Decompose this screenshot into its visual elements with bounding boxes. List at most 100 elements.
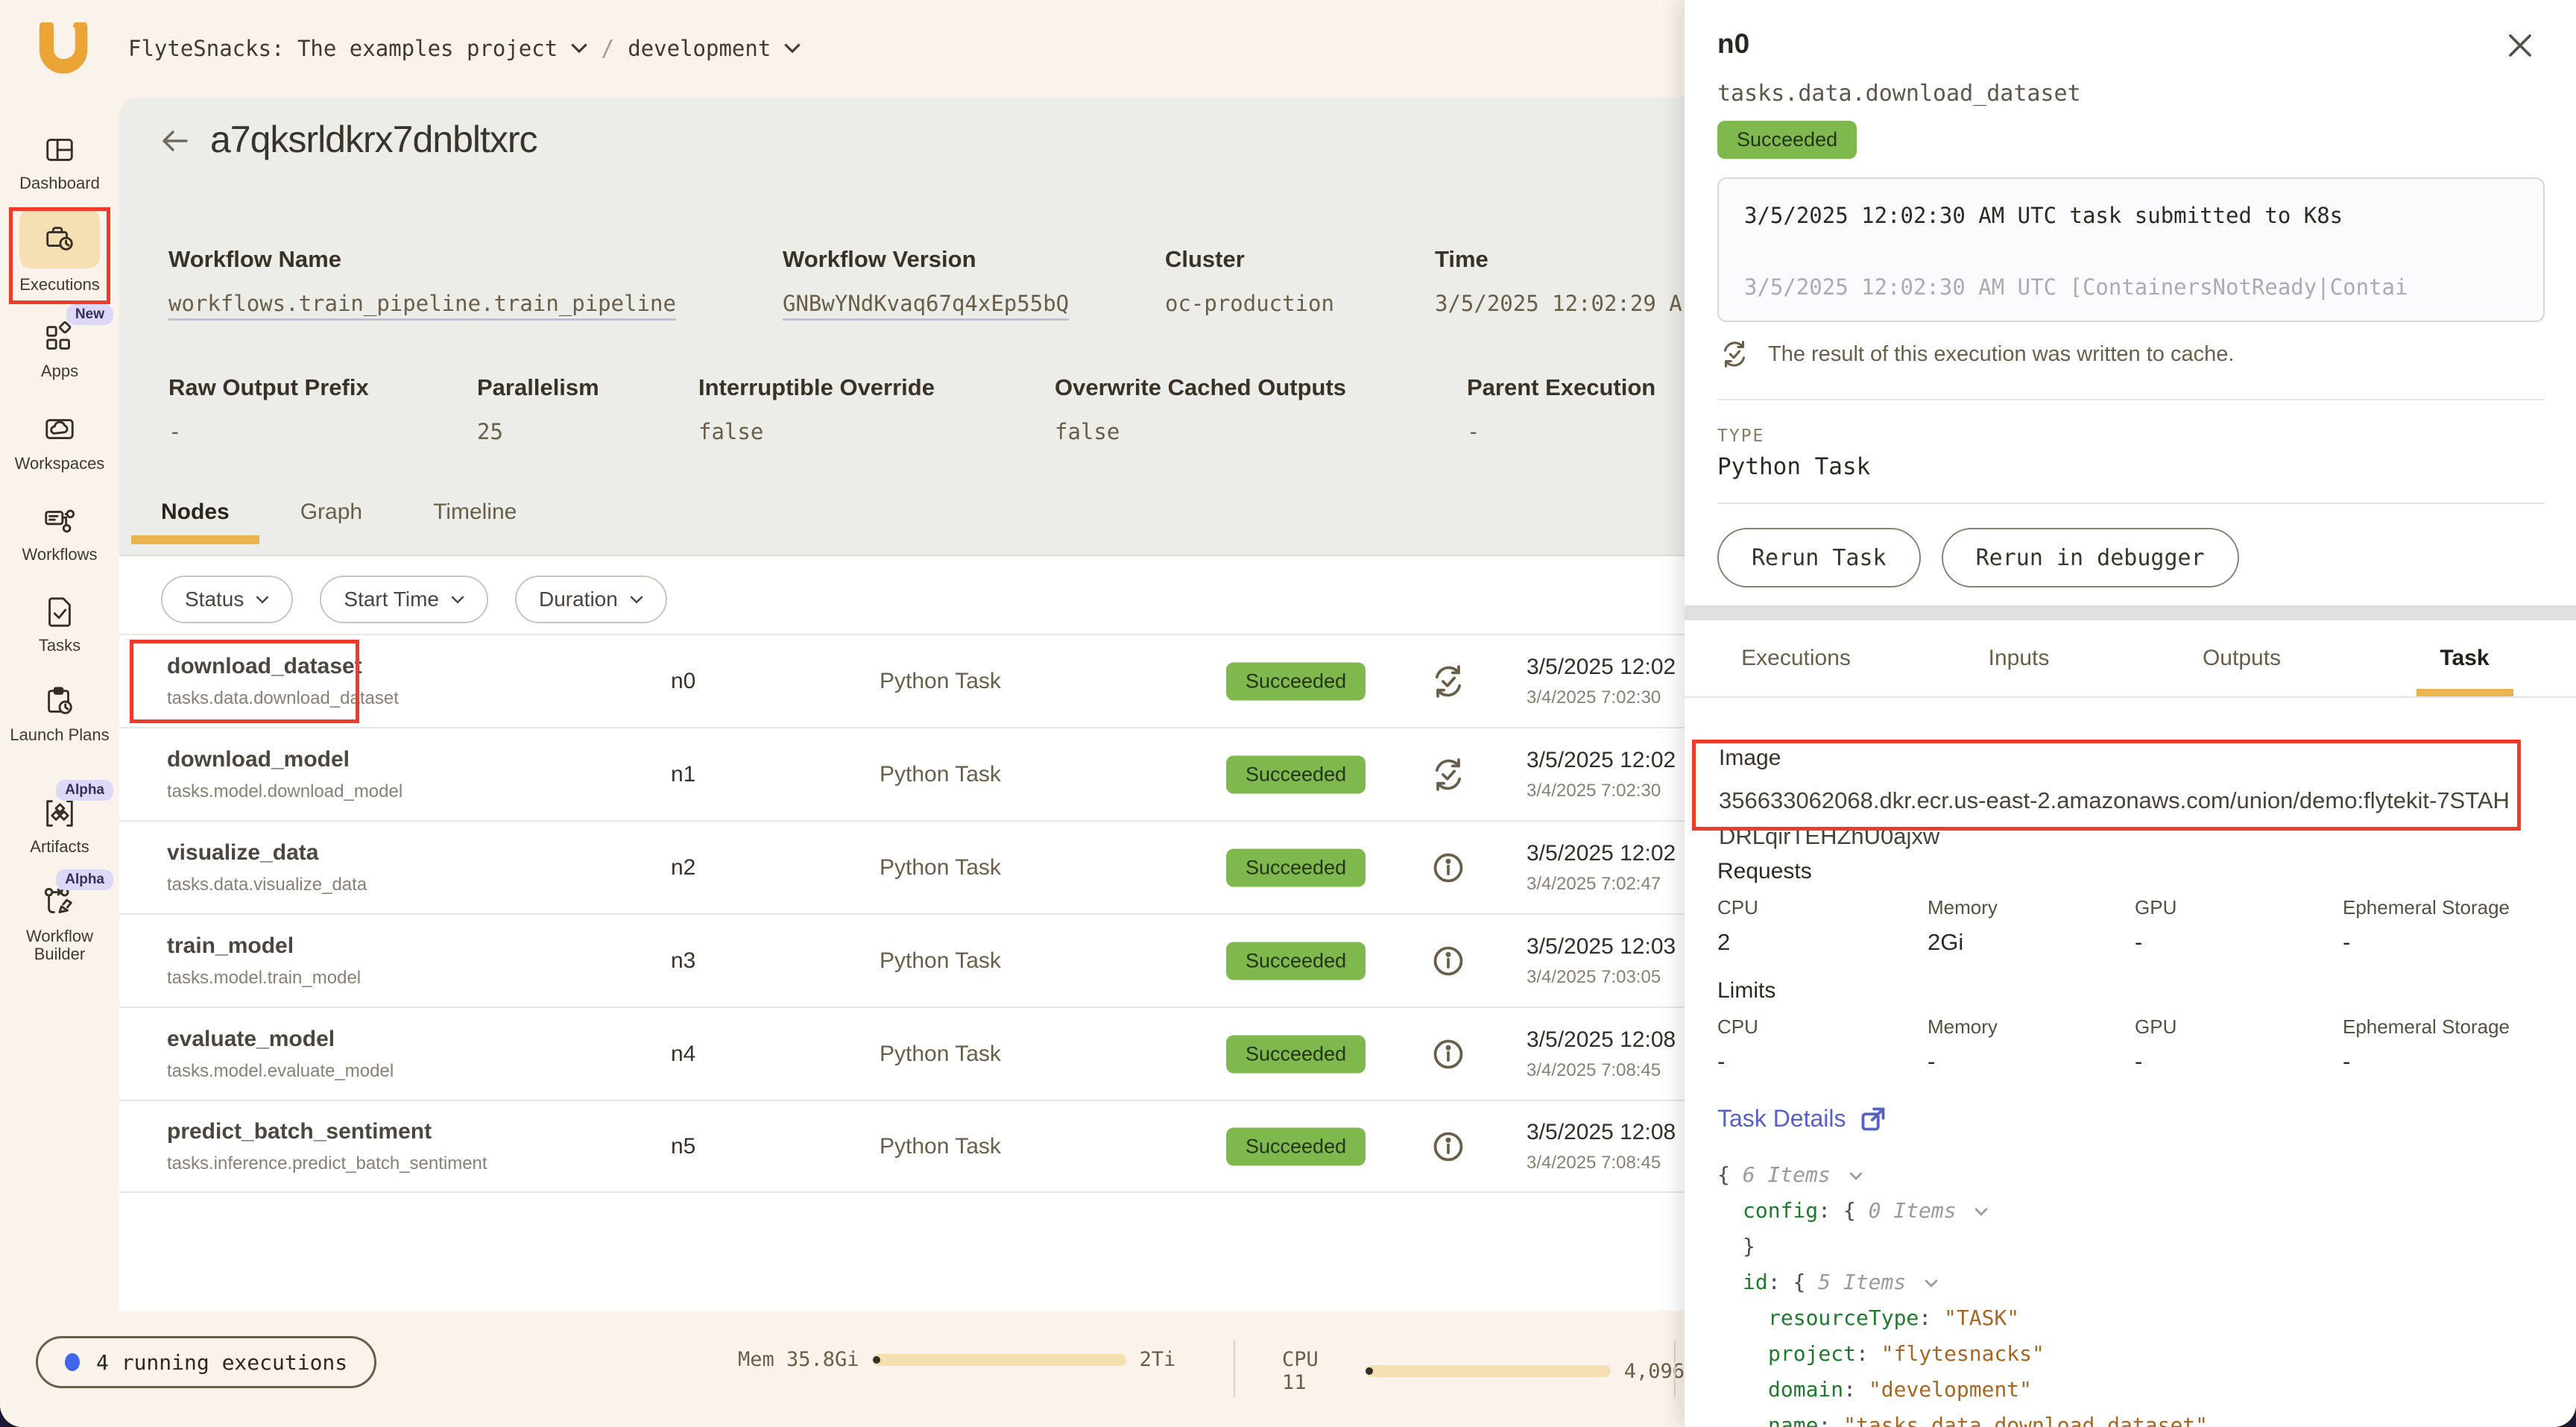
chevron-down-icon[interactable]: [1974, 1208, 1988, 1216]
table-row[interactable]: download_dataset tasks.data.download_dat…: [119, 634, 1685, 727]
cache-icon[interactable]: [1427, 754, 1469, 796]
duration-filter[interactable]: Duration: [515, 576, 667, 623]
info-icon[interactable]: [1427, 1033, 1469, 1075]
info-icon[interactable]: [1427, 847, 1469, 889]
panel-tabs: Executions Inputs Outputs Task: [1685, 635, 2576, 698]
limits-values: - - - -: [1717, 1048, 2545, 1075]
detail-cluster: Cluster oc-production: [1165, 246, 1334, 316]
status-badge: Succeeded: [1226, 662, 1366, 700]
cache-icon[interactable]: [1427, 661, 1469, 702]
node-type: Python Task: [880, 855, 1001, 881]
workflow-builder-icon: [42, 886, 77, 920]
log-output-box[interactable]: 3/5/2025 12:02:30 AM UTC task submitted …: [1717, 177, 2545, 322]
running-executions-pill[interactable]: 4 running executions: [36, 1336, 376, 1388]
chevron-down-icon[interactable]: [1925, 1279, 1938, 1288]
new-badge: New: [66, 304, 113, 325]
workflow-name-link[interactable]: workflows.train_pipeline.train_pipeline: [168, 291, 676, 321]
tab-executions[interactable]: Executions: [1685, 635, 1907, 696]
info-icon[interactable]: [1427, 1126, 1469, 1168]
node-id: n5: [671, 1134, 695, 1159]
panel-title: n0: [1717, 28, 1749, 60]
detail-raw-output-prefix: Raw Output Prefix -: [168, 374, 369, 444]
chevron-down-icon: [256, 596, 269, 604]
back-arrow-icon[interactable]: [158, 125, 191, 158]
sidebar-item-workflows[interactable]: Workflows: [0, 504, 119, 564]
node-name-cell[interactable]: visualize_data tasks.data.visualize_data: [167, 840, 413, 895]
node-name-cell[interactable]: download_dataset tasks.data.download_dat…: [167, 654, 413, 709]
node-name-cell[interactable]: download_model tasks.model.download_mode…: [167, 747, 413, 802]
start-time-cell: 3/5/2025 12:02 3/4/2025 7:02:47: [1527, 841, 1685, 895]
node-id: n1: [671, 762, 695, 787]
cache-icon: [1717, 337, 1752, 371]
log-line: 3/5/2025 12:02:30 AM UTC [ContainersNotR…: [1744, 274, 2518, 300]
node-detail-panel: n0 tasks.data.download_dataset Succeeded…: [1685, 0, 2576, 1427]
sidebar-item-apps[interactable]: New Apps: [0, 321, 119, 380]
breadcrumb-domain[interactable]: development: [628, 36, 771, 61]
workflows-icon: [42, 504, 77, 538]
info-icon[interactable]: [1427, 940, 1469, 982]
close-icon[interactable]: [2506, 31, 2534, 60]
workflow-version-link[interactable]: GNBwYNdKvaq67q4xEp55bQ: [783, 291, 1069, 321]
table-row[interactable]: visualize_data tasks.data.visualize_data…: [119, 820, 1685, 913]
launch-plans-icon: [42, 684, 77, 719]
table-row[interactable]: train_model tasks.model.train_model n3 P…: [119, 913, 1685, 1007]
running-executions-label: 4 running executions: [96, 1350, 347, 1375]
chevron-down-icon[interactable]: [784, 43, 801, 54]
image-label: Image: [1719, 746, 2512, 771]
chevron-down-icon[interactable]: [571, 43, 587, 54]
tab-nodes[interactable]: Nodes: [161, 500, 230, 544]
node-type: Python Task: [880, 1042, 1001, 1067]
start-time-cell: 3/5/2025 12:02 3/4/2025 7:02:30: [1527, 748, 1685, 801]
node-name-cell[interactable]: predict_batch_sentiment tasks.inference.…: [167, 1119, 413, 1174]
tab-timeline[interactable]: Timeline: [433, 500, 517, 544]
sidebar-item-artifacts[interactable]: Alpha Artifacts: [0, 796, 119, 856]
node-id: n3: [671, 948, 695, 974]
rerun-task-button[interactable]: Rerun Task: [1717, 528, 1921, 588]
table-row[interactable]: download_model tasks.model.download_mode…: [119, 727, 1685, 820]
image-value: 356633062068.dkr.ecr.us-east-2.amazonaws…: [1719, 783, 2512, 854]
chevron-down-icon: [451, 596, 464, 604]
chevron-down-icon[interactable]: [1849, 1172, 1863, 1180]
log-line: 3/5/2025 12:02:30 AM UTC task submitted …: [1744, 203, 2518, 228]
node-name-cell[interactable]: evaluate_model tasks.model.evaluate_mode…: [167, 1027, 413, 1082]
json-viewer[interactable]: { 6 Items config: { 0 Items } id: { 5 It…: [1717, 1157, 2545, 1427]
tab-graph[interactable]: Graph: [300, 500, 362, 544]
rerun-debugger-button[interactable]: Rerun in debugger: [1942, 528, 2239, 588]
tab-inputs[interactable]: Inputs: [1907, 635, 2130, 696]
cpu-gauge: CPU 11 4,096: [1282, 1348, 1685, 1394]
memory-gauge-bar: [873, 1354, 1126, 1366]
status-badge: Succeeded: [1226, 942, 1366, 980]
sidebar-item-label: Workspaces: [15, 455, 105, 473]
union-logo-icon: [39, 22, 88, 75]
breadcrumb-project[interactable]: FlyteSnacks: The examples project: [128, 36, 558, 61]
cpu-gauge-bar: [1366, 1365, 1610, 1377]
sidebar-item-dashboard[interactable]: Dashboard: [0, 133, 119, 192]
task-details-link[interactable]: Task Details: [1717, 1105, 1887, 1133]
status-filter[interactable]: Status: [161, 576, 293, 623]
sidebar-item-tasks[interactable]: Tasks: [0, 595, 119, 655]
requests-headers: CPU Memory GPU Ephemeral Storage: [1717, 896, 2545, 919]
start-time-filter[interactable]: Start Time: [320, 576, 488, 623]
detail-parallelism: Parallelism 25: [477, 374, 599, 444]
node-type: Python Task: [880, 669, 1001, 694]
sidebar-item-label: Dashboard: [19, 174, 100, 192]
table-row[interactable]: evaluate_model tasks.model.evaluate_mode…: [119, 1007, 1685, 1100]
sidebar-item-label: Tasks: [39, 637, 80, 655]
sidebar-item-workspaces[interactable]: Workspaces: [0, 413, 119, 473]
active-item-highlight: [19, 209, 100, 268]
tab-outputs[interactable]: Outputs: [2130, 635, 2353, 696]
gauge-divider: [1234, 1341, 1235, 1397]
sidebar-item-label: Artifacts: [30, 838, 89, 856]
tab-task[interactable]: Task: [2353, 635, 2576, 696]
node-name-cell[interactable]: train_model tasks.model.train_model: [167, 933, 413, 989]
detail-time: Time 3/5/2025 12:02:29 A: [1435, 246, 1682, 316]
status-badge: Succeeded: [1226, 1127, 1366, 1165]
status-badge: Succeeded: [1717, 121, 1857, 159]
action-buttons: Rerun Task Rerun in debugger: [1717, 528, 2239, 588]
alpha-badge: Alpha: [56, 869, 113, 890]
sidebar-item-launch-plans[interactable]: Launch Plans: [0, 684, 119, 744]
sidebar-item-executions[interactable]: Executions: [0, 209, 119, 294]
memory-capacity-label: 2Ti: [1140, 1348, 1176, 1371]
table-row[interactable]: predict_batch_sentiment tasks.inference.…: [119, 1100, 1685, 1193]
sidebar-item-workflow-builder[interactable]: Alpha Workflow Builder: [0, 886, 119, 963]
